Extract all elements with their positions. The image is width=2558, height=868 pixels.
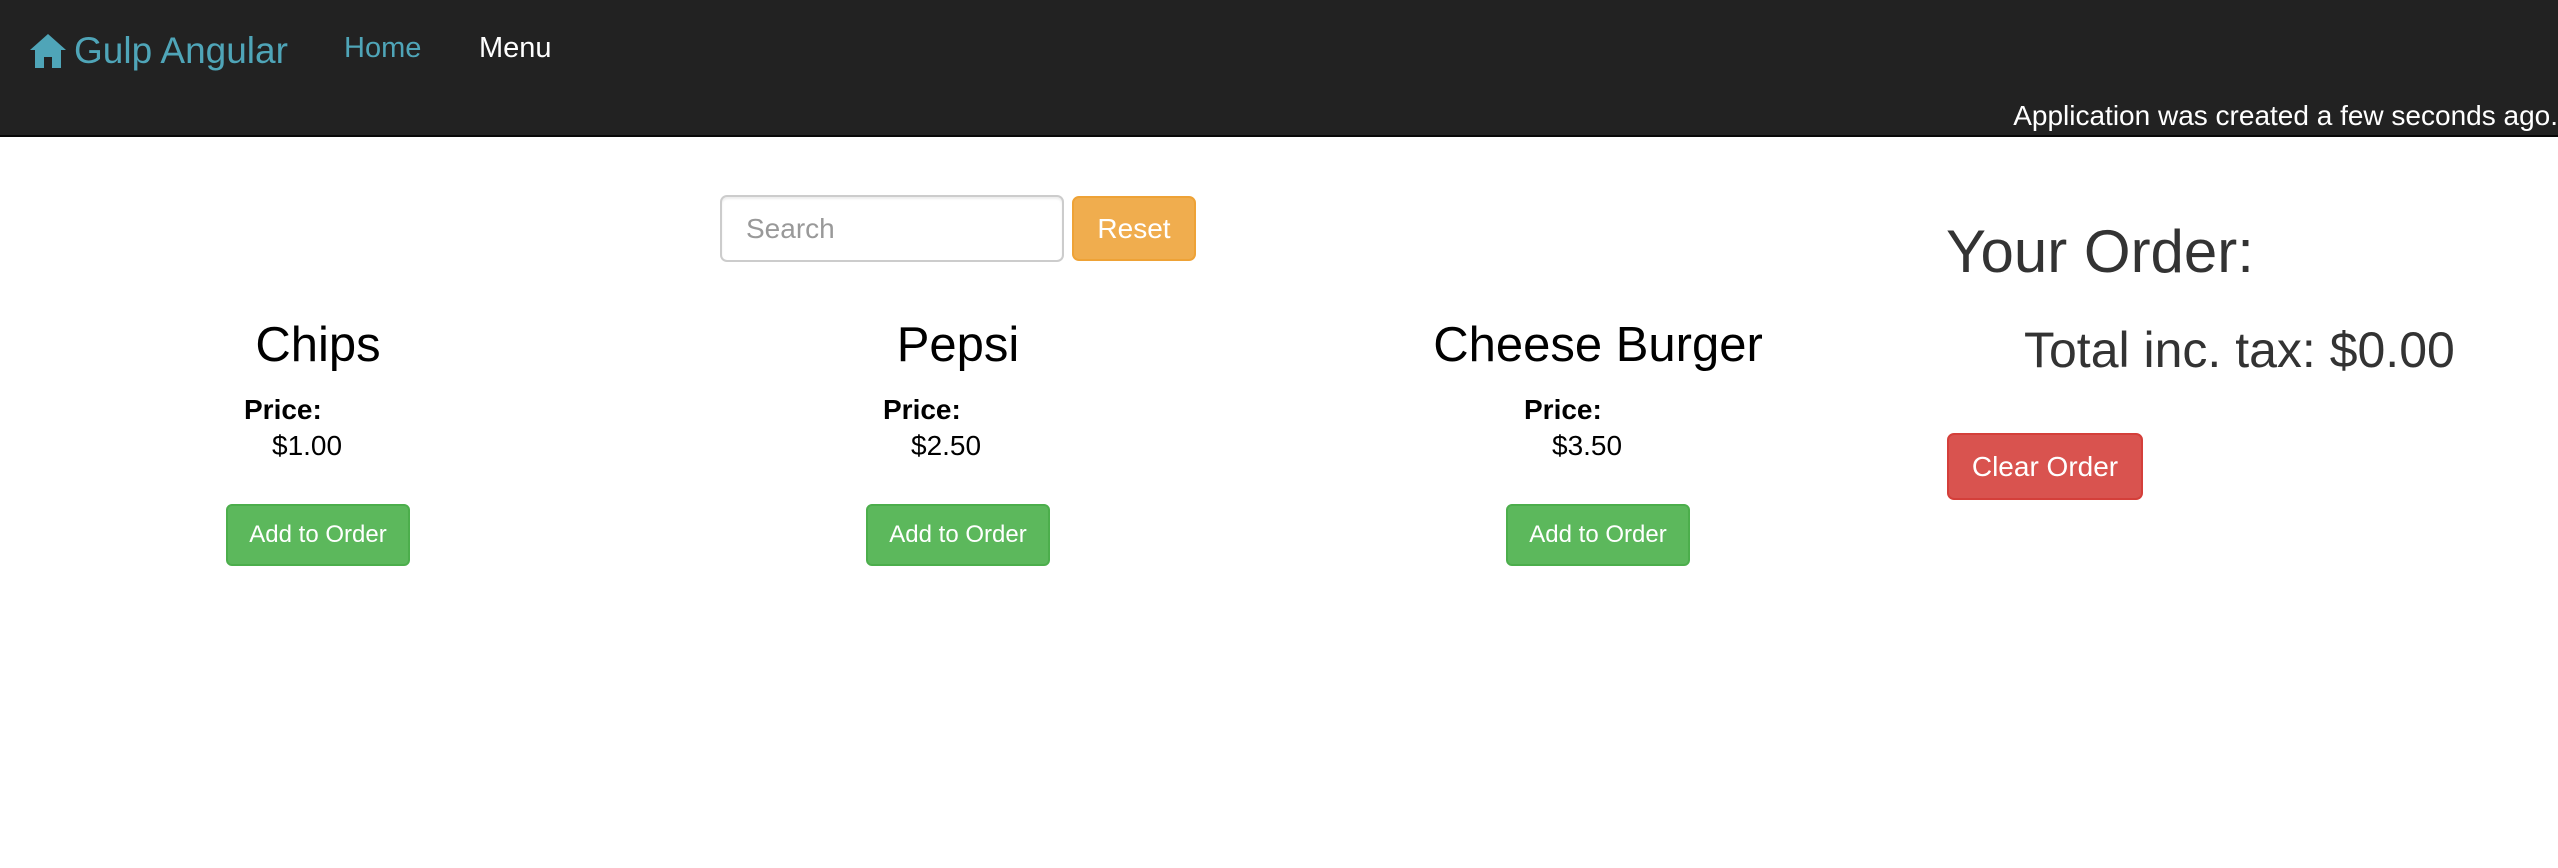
- add-to-order-button[interactable]: Add to Order: [1506, 504, 1690, 566]
- price-label: Price:: [1524, 394, 1602, 425]
- price-label: Price:: [244, 394, 322, 425]
- brand-label: Gulp Angular: [74, 30, 288, 71]
- reset-button[interactable]: Reset: [1072, 196, 1196, 261]
- top-navbar: Gulp Angular Home Menu Application was c…: [0, 0, 2558, 137]
- nav-link-menu[interactable]: Menu: [479, 30, 552, 66]
- order-heading: Your Order:: [1946, 218, 2254, 285]
- nav-link-home[interactable]: Home: [344, 30, 421, 66]
- price-value: $1.00: [272, 430, 343, 461]
- price-value: $2.50: [911, 430, 982, 461]
- item-name: Pepsi: [896, 318, 1020, 372]
- clear-order-button[interactable]: Clear Order: [1947, 433, 2143, 500]
- brand-link[interactable]: Gulp Angular: [28, 24, 288, 78]
- item-name: Cheese Burger: [1433, 318, 1763, 372]
- price-label: Price:: [883, 394, 961, 425]
- price-value: $3.50: [1552, 430, 1623, 461]
- home-icon: [30, 34, 66, 68]
- add-to-order-button[interactable]: Add to Order: [226, 504, 410, 566]
- order-total: Total inc. tax: $0.00: [2024, 322, 2455, 378]
- item-name: Chips: [255, 318, 381, 372]
- add-to-order-button[interactable]: Add to Order: [866, 504, 1050, 566]
- created-note: Application was created a few seconds ag…: [2013, 100, 2558, 131]
- search-input[interactable]: [720, 195, 1064, 262]
